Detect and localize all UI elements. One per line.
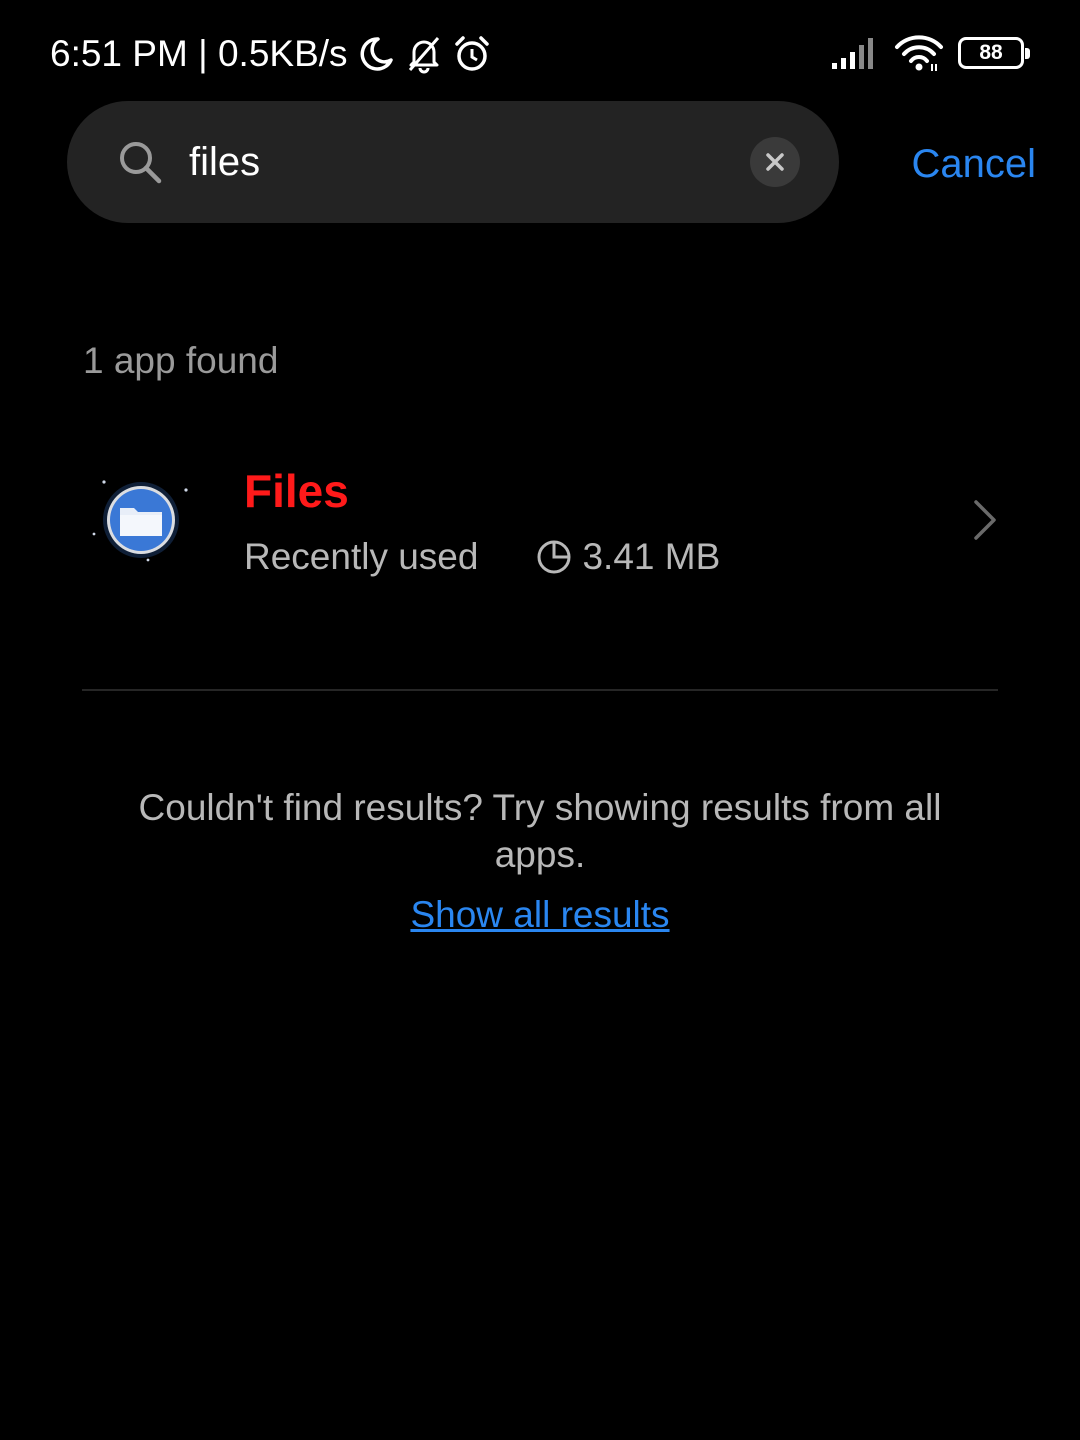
no-results-hint: Couldn't find results? Try showing resul… [138, 787, 942, 875]
cancel-button[interactable]: Cancel [886, 134, 1036, 194]
divider [82, 689, 998, 691]
files-app-icon [92, 480, 188, 562]
show-all-results-link[interactable]: Show all results [300, 894, 780, 936]
clear-search-button[interactable] [750, 137, 800, 187]
status-left: 6:51 PM | 0.5KB/s [50, 28, 492, 80]
list-item[interactable]: Files Recently used 3.41 MB [0, 440, 1080, 610]
battery-level: 88 [979, 41, 1003, 64]
search-icon [120, 142, 162, 184]
status-bar: 6:51 PM | 0.5KB/s 88 [0, 0, 1080, 100]
app-status: Recently used [244, 536, 479, 577]
search-bar[interactable] [67, 101, 839, 223]
bell-off-icon [408, 37, 439, 74]
close-icon [766, 153, 784, 171]
app-meta: Recently used 3.41 MB [244, 536, 720, 578]
app-size: 3.41 MB [582, 536, 721, 577]
wifi-icon [895, 35, 943, 71]
storage-info: 3.41 MB [536, 536, 720, 578]
search-input[interactable] [189, 127, 729, 197]
app-name: Files [244, 465, 349, 517]
moon-icon [360, 37, 393, 71]
battery-icon: 88 [958, 37, 1030, 69]
alarm-icon [454, 36, 489, 71]
storage-pie-icon [537, 540, 571, 574]
status-right: 88 [830, 32, 1030, 74]
signal-icon [832, 38, 873, 69]
result-count: 1 app found [83, 340, 279, 381]
status-time-speed: 6:51 PM | 0.5KB/s [50, 33, 348, 74]
chevron-right-icon [974, 500, 996, 540]
